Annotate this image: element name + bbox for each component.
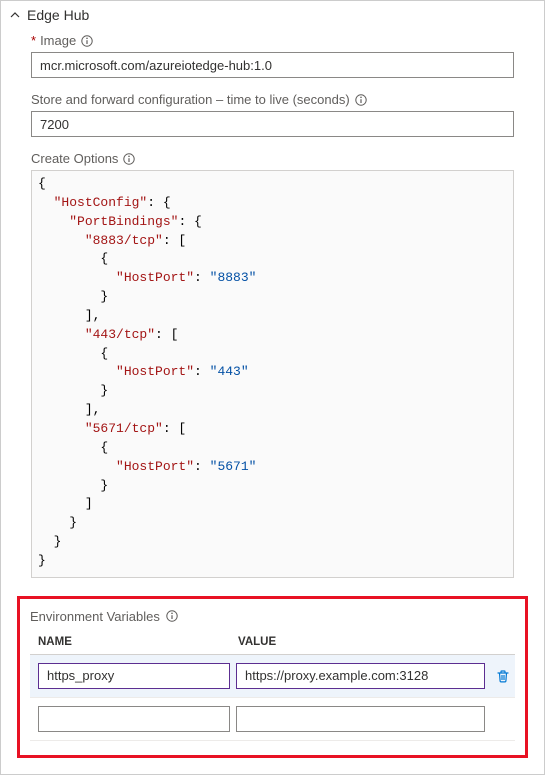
env-row [30,698,515,741]
image-input[interactable] [31,52,514,78]
env-value-input[interactable] [236,706,485,732]
create-options-editor[interactable]: { "HostConfig": { "PortBindings": { "888… [31,170,514,578]
trash-icon[interactable] [491,664,515,688]
env-table-header: NAME VALUE [30,634,515,655]
info-icon[interactable] [354,93,368,107]
ttl-field: Store and forward configuration – time t… [31,92,514,137]
info-icon[interactable] [122,152,136,166]
info-icon[interactable] [80,34,94,48]
panel-header[interactable]: Edge Hub [1,1,544,27]
environment-variables-section: Environment Variables NAME VALUE [17,596,528,758]
create-options-field: Create Options { "HostConfig": { "PortBi… [31,151,514,578]
required-asterisk: * [31,33,36,48]
image-field: * Image [31,33,514,78]
env-name-input[interactable] [38,663,230,689]
edge-hub-panel: Edge Hub * Image Store and forward confi… [0,0,545,775]
env-name-input[interactable] [38,706,230,732]
ttl-input[interactable] [31,111,514,137]
env-col-name: NAME [38,636,238,648]
info-icon[interactable] [165,609,179,623]
ttl-label: Store and forward configuration – time t… [31,92,350,107]
env-col-value: VALUE [238,636,487,648]
env-row [30,655,515,698]
create-options-label: Create Options [31,151,118,166]
chevron-up-icon [9,9,21,21]
env-vars-label: Environment Variables [30,609,160,624]
panel-title: Edge Hub [27,7,89,23]
env-value-input[interactable] [236,663,485,689]
image-label: Image [40,33,76,48]
